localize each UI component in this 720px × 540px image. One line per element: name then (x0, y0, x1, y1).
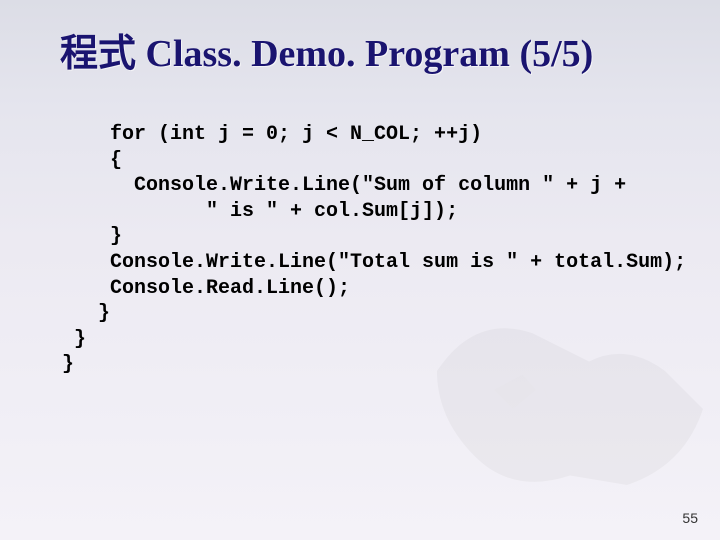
page-number: 55 (682, 510, 698, 526)
slide: 程式 Class. Demo. Program (5/5) for (int j… (0, 0, 720, 540)
slide-title: 程式 Class. Demo. Program (5/5) (60, 22, 593, 77)
code-block: for (int j = 0; j < N_COL; ++j) { Consol… (62, 122, 686, 378)
